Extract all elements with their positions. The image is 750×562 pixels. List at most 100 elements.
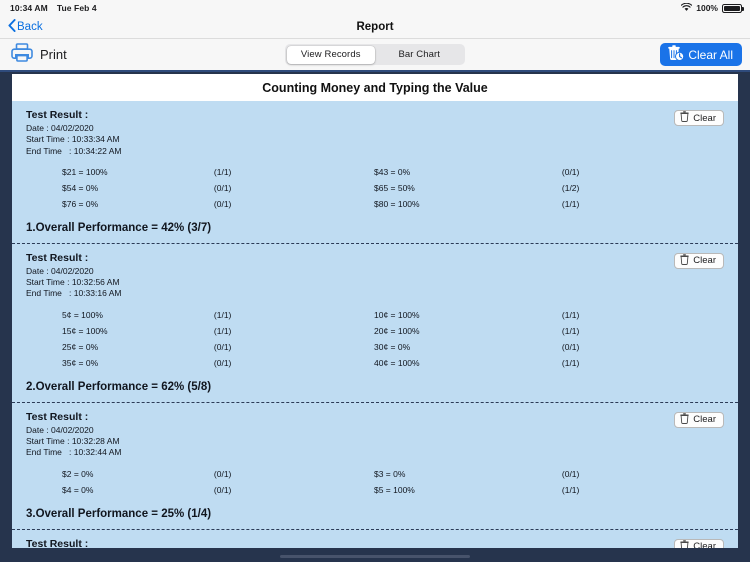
- row-right-item: $5 = 100%: [373, 484, 415, 495]
- row-left-score: (0/1): [213, 484, 232, 495]
- row-right-item: 40¢ = 100%: [373, 357, 420, 368]
- wifi-icon: [681, 2, 693, 14]
- home-indicator[interactable]: [280, 554, 470, 558]
- clear-record-button[interactable]: Clear: [674, 110, 724, 126]
- row-left-score: (0/1): [213, 468, 232, 479]
- row-left-score: (1/1): [213, 166, 232, 177]
- overall-performance: 2.Overall Performance = 62% (5/8): [26, 380, 212, 393]
- row-right-score: (1/1): [561, 357, 580, 368]
- record-header: Test Result : Date : 04/02/2020 Start Tim…: [12, 109, 738, 157]
- record-meta: Date : 04/02/2020 Start Time : 10:32:28 …: [26, 424, 122, 458]
- row-right-score: (1/1): [561, 484, 580, 495]
- row-right-item: 20¢ = 100%: [373, 325, 420, 336]
- print-label: Print: [40, 47, 67, 62]
- row-left-score: (0/1): [213, 198, 232, 209]
- table-row: $2 = 0% (0/1) $3 = 0% (0/1): [26, 466, 722, 482]
- records-list[interactable]: Test Result : Date : 04/02/2020 Start Tim…: [12, 101, 738, 548]
- row-right-score: (0/1): [561, 468, 580, 479]
- battery-percent: 100%: [696, 3, 718, 13]
- row-left-score: (0/1): [213, 182, 232, 193]
- row-left-item: 25¢ = 0%: [62, 341, 99, 352]
- row-right-item: $3 = 0%: [373, 468, 406, 479]
- row-left-score: (0/1): [213, 357, 232, 368]
- row-left-item: $76 = 0%: [62, 198, 99, 209]
- status-time: 10:34 AM: [10, 3, 48, 13]
- table-row: 25¢ = 0% (0/1) 30¢ = 0% (0/1): [26, 339, 722, 355]
- trash-clock-icon: [667, 45, 685, 64]
- record-block: Test Result : Date : 04/02/2020 Start Tim…: [12, 101, 738, 243]
- row-right-score: (0/1): [561, 166, 580, 177]
- record-header: Test Result : Date : 04/02/2020 Start Tim…: [12, 252, 738, 300]
- nav-bar: Back Report: [0, 16, 750, 39]
- row-right-score: (1/2): [561, 182, 580, 193]
- print-button[interactable]: Print: [0, 42, 67, 67]
- record-title: Test Result :: [26, 537, 89, 548]
- row-right-item: 10¢ = 100%: [373, 309, 420, 320]
- row-right-item: $80 = 100%: [373, 198, 420, 209]
- table-row: $76 = 0% (0/1) $80 = 100% (1/1): [26, 196, 722, 212]
- trash-icon: [680, 111, 689, 125]
- printer-icon: [11, 42, 33, 67]
- report-page: Counting Money and Typing the Value Test…: [0, 74, 750, 548]
- table-row: $54 = 0% (0/1) $65 = 50% (1/2): [26, 180, 722, 196]
- clear-record-label: Clear: [693, 255, 716, 267]
- battery-icon: [722, 3, 744, 13]
- status-date: Tue Feb 4: [56, 3, 97, 13]
- home-indicator-bar: [0, 548, 750, 562]
- row-left-item: $21 = 100%: [62, 166, 108, 177]
- clear-record-label: Clear: [693, 112, 716, 124]
- tab-view-records[interactable]: View Records: [286, 45, 375, 64]
- row-right-score: (1/1): [561, 325, 580, 336]
- view-mode-segmented-control[interactable]: View Records Bar Chart: [285, 44, 465, 65]
- table-row: $4 = 0% (0/1) $5 = 100% (1/1): [26, 482, 722, 498]
- row-left-item: $4 = 0%: [62, 484, 94, 495]
- clear-all-button[interactable]: Clear All: [660, 43, 742, 66]
- results-grid: $21 = 100% (1/1) $43 = 0% (0/1) $54 = 0% (0/1…: [12, 164, 738, 212]
- record-meta: Date : 04/02/2020 Start Time : 10:32:56 …: [26, 265, 122, 299]
- table-row: 5¢ = 100% (1/1) 10¢ = 100% (1/1): [26, 307, 722, 323]
- trash-icon: [680, 412, 689, 427]
- table-row: 35¢ = 0% (0/1) 40¢ = 100% (1/1): [26, 355, 722, 371]
- toolbar: Print View Records Bar Chart Clear All: [0, 39, 750, 72]
- row-right-score: (0/1): [561, 341, 580, 352]
- table-row: $21 = 100% (1/1) $43 = 0% (0/1): [26, 164, 722, 180]
- record-header: Test Result : Date : 04/02/2020 Start Tim…: [12, 411, 738, 459]
- row-right-item: 30¢ = 0%: [373, 341, 411, 352]
- row-left-item: $54 = 0%: [62, 182, 99, 193]
- record-title: Test Result :: [26, 109, 89, 121]
- record-block: Test Result : Date : 04/02/2020 Start Tim…: [12, 401, 738, 529]
- status-right-cluster: 100%: [681, 2, 744, 14]
- tab-bar-chart[interactable]: Bar Chart: [375, 46, 464, 64]
- record-block: Test Result : Date : 04/02/2020 Start Tim…: [12, 242, 738, 402]
- results-grid: $2 = 0% (0/1) $3 = 0% (0/1) $4 = 0% (0/1) $5 =…: [12, 466, 738, 498]
- record-title: Test Result :: [26, 410, 89, 423]
- trash-icon: [680, 539, 689, 548]
- row-left-item: 35¢ = 0%: [62, 357, 99, 368]
- row-left-score: (0/1): [213, 341, 232, 352]
- overall-performance: 1.Overall Performance = 42% (3/7): [26, 221, 212, 234]
- clear-all-label: Clear All: [688, 47, 733, 62]
- trash-icon: [680, 254, 689, 268]
- clear-record-label: Clear: [693, 414, 716, 426]
- clear-record-button[interactable]: Clear: [674, 252, 724, 269]
- page-title: Report: [356, 21, 394, 33]
- row-right-score: (1/1): [561, 198, 580, 209]
- row-right-item: $43 = 0%: [373, 166, 411, 177]
- clear-record-label: Clear: [693, 541, 716, 548]
- row-left-score: (1/1): [213, 309, 232, 320]
- clear-record-button[interactable]: Clear: [674, 411, 724, 428]
- row-left-item: 5¢ = 100%: [62, 309, 103, 320]
- record-block: Test Result : Clear: [12, 528, 738, 548]
- record-title: Test Result :: [26, 251, 89, 264]
- row-left-item: $2 = 0%: [62, 468, 94, 479]
- row-right-item: $65 = 50%: [373, 182, 415, 193]
- row-left-item: 15¢ = 100%: [62, 325, 108, 336]
- report-screen: 10:34 AM Tue Feb 4 100% Back Report Prin…: [0, 0, 750, 562]
- report-title: Counting Money and Typing the Value: [12, 74, 738, 101]
- record-header: Test Result :: [12, 538, 738, 548]
- overall-performance: 3.Overall Performance = 25% (1/4): [26, 507, 212, 520]
- clear-record-button[interactable]: Clear: [674, 538, 724, 548]
- row-left-score: (1/1): [213, 325, 232, 336]
- record-meta: Date : 04/02/2020 Start Time : 10:33:34 …: [26, 123, 122, 156]
- status-bar: 10:34 AM Tue Feb 4 100%: [0, 0, 750, 16]
